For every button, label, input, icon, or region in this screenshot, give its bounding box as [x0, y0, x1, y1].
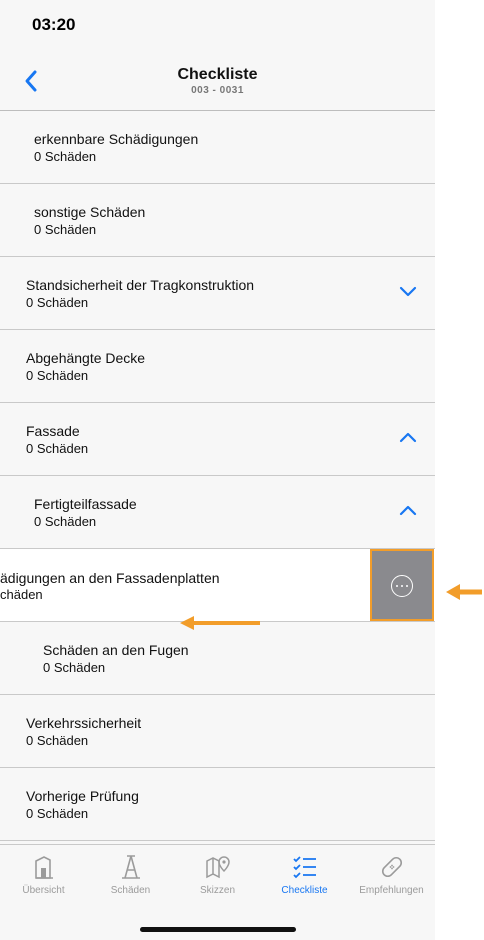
item-count: 0 Schäden: [26, 806, 89, 821]
tab-uebersicht[interactable]: Übersicht: [0, 853, 87, 896]
tab-label: Skizzen: [199, 885, 235, 896]
tab-bar: Übersicht Schäden Skizzen Checkliste Emp…: [0, 844, 435, 940]
item-title: Fassade: [26, 423, 80, 439]
map-pin-icon: [205, 856, 230, 879]
phone-screen: 03:20 Checkliste 003 - 0031 erkennbare S…: [0, 0, 435, 940]
item-count: 0 Schäden: [26, 368, 89, 383]
page-subtitle: 003 - 0031: [191, 85, 244, 96]
tab-empfehlungen[interactable]: Empfehlungen: [348, 853, 435, 896]
item-title: Schäden an den Fugen: [43, 642, 189, 658]
swiped-list-item[interactable]: ädigungen an den Fassadenplatten chäden: [0, 549, 435, 622]
bandage-icon: [381, 856, 402, 878]
item-title: erkennbare Schädigungen: [34, 131, 199, 147]
navigation-bar: Checkliste 003 - 0031: [0, 52, 435, 111]
checklist-icon: [292, 856, 316, 879]
more-options-button[interactable]: [370, 549, 434, 621]
item-title: Abgehängte Decke: [26, 350, 146, 366]
chevron-up-icon[interactable]: [399, 504, 417, 516]
building-icon: [34, 856, 53, 879]
item-title: Vorherige Prüfung: [26, 788, 139, 804]
status-time: 03:20: [32, 15, 76, 34]
tab-label: Übersicht: [22, 885, 65, 896]
home-indicator: [140, 927, 296, 932]
list-item[interactable]: erkennbare Schädigungen 0 Schäden: [0, 111, 435, 184]
annotation-arrow-left: [180, 616, 260, 630]
list-item[interactable]: Verkehrssicherheit 0 Schäden: [0, 695, 435, 768]
item-count: 0 Schäden: [26, 733, 89, 748]
list-item[interactable]: Fassade 0 Schäden: [0, 403, 435, 476]
crack-icon: [121, 855, 140, 879]
chevron-up-icon[interactable]: [399, 431, 417, 443]
tab-skizzen[interactable]: Skizzen: [174, 853, 261, 896]
status-icons: [335, 18, 395, 34]
item-title: Standsicherheit der Tragkonstruktion: [26, 277, 255, 293]
more-options-icon: [391, 575, 413, 597]
tab-label: Schäden: [110, 885, 151, 896]
item-count: chäden: [0, 587, 43, 602]
page-title: Checkliste: [177, 66, 258, 83]
list-item[interactable]: Vorherige Prüfung 0 Schäden: [0, 768, 435, 841]
item-count: 0 Schäden: [26, 441, 89, 456]
list-item[interactable]: Standsicherheit der Tragkonstruktion 0 S…: [0, 257, 435, 330]
list-item[interactable]: sonstige Schäden 0 Schäden: [0, 184, 435, 257]
item-title: sonstige Schäden: [34, 204, 146, 220]
list-item[interactable]: Fertigteilfassade 0 Schäden: [0, 476, 435, 549]
chevron-down-icon[interactable]: [399, 285, 417, 297]
item-title: Fertigteilfassade: [34, 496, 137, 512]
tab-label: Checkliste: [281, 885, 328, 896]
item-title: Verkehrssicherheit: [26, 715, 142, 731]
item-count: 0 Schäden: [43, 660, 106, 675]
item-count: 0 Schäden: [34, 149, 97, 164]
item-count: 0 Schäden: [34, 222, 97, 237]
list-item[interactable]: Abgehängte Decke 0 Schäden: [0, 330, 435, 403]
item-title: ädigungen an den Fassadenplatten: [0, 570, 220, 586]
tab-schaeden[interactable]: Schäden: [87, 853, 174, 896]
annotation-arrow-pointer: [446, 584, 482, 600]
item-count: 0 Schäden: [34, 514, 97, 529]
checklist: erkennbare Schädigungen 0 Schäden sonsti…: [0, 111, 435, 841]
item-count: 0 Schäden: [26, 295, 89, 310]
list-item[interactable]: Schäden an den Fugen 0 Schäden: [0, 622, 435, 695]
tab-checkliste[interactable]: Checkliste: [261, 853, 348, 896]
status-bar: 03:20: [0, 0, 435, 52]
tab-label: Empfehlungen: [359, 885, 424, 896]
